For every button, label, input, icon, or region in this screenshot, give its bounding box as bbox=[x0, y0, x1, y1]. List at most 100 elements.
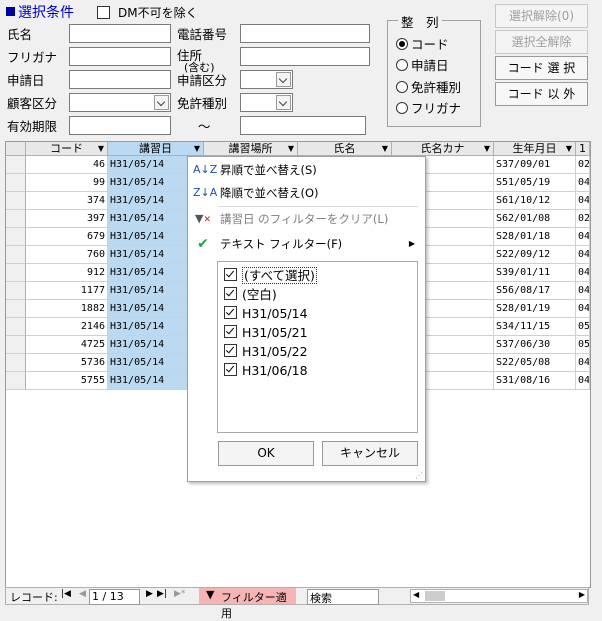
table-cell-x[interactable]: 04 bbox=[576, 300, 590, 318]
filter-checkbox-item[interactable]: (すべて選択) bbox=[224, 266, 317, 285]
sort-radio-kana[interactable]: フリガナ bbox=[396, 98, 461, 117]
filter-applied-badge[interactable]: ▼ フィルター適用 bbox=[199, 588, 296, 620]
table-cell-birth[interactable]: S28/01/18 bbox=[494, 228, 576, 246]
text-filter-item[interactable]: ✔ テキスト フィルター(F) ▶ bbox=[188, 233, 423, 255]
table-cell-x[interactable]: 05 bbox=[576, 336, 590, 354]
table-cell-x[interactable]: 02 bbox=[576, 156, 590, 174]
table-cell-birth[interactable]: S37/06/30 bbox=[494, 336, 576, 354]
row-selector[interactable] bbox=[6, 174, 26, 192]
resize-grip-icon[interactable]: ⋰ bbox=[415, 471, 423, 480]
chevron-down-icon[interactable] bbox=[276, 72, 291, 87]
table-cell-birth[interactable]: S61/10/12 bbox=[494, 192, 576, 210]
column-header-name[interactable]: 氏名 ▼ bbox=[298, 142, 392, 156]
table-cell-code[interactable]: 374 bbox=[26, 192, 108, 210]
filter-checkbox-item[interactable]: H31/06/18 bbox=[224, 361, 308, 380]
table-cell-x[interactable]: 04 bbox=[576, 264, 590, 282]
deselect-button[interactable]: 選択解除(0) bbox=[495, 4, 588, 28]
table-cell-code[interactable]: 46 bbox=[26, 156, 108, 174]
code-select-button[interactable]: コード 選 択 bbox=[495, 56, 588, 80]
table-cell-birth[interactable]: S39/01/11 bbox=[494, 264, 576, 282]
table-cell-birth[interactable]: S51/05/19 bbox=[494, 174, 576, 192]
table-cell-x[interactable]: 02 bbox=[576, 210, 590, 228]
table-cell-x[interactable]: 04 bbox=[576, 372, 590, 390]
row-selector[interactable] bbox=[6, 246, 26, 264]
table-cell-code[interactable]: 5755 bbox=[26, 372, 108, 390]
column-header-place[interactable]: 講習場所 ▼ bbox=[204, 142, 298, 156]
filter-checkbox-item[interactable]: (空白) bbox=[224, 285, 277, 304]
column-header-birth[interactable]: 生年月日 ▼ bbox=[494, 142, 576, 156]
row-selector[interactable] bbox=[6, 300, 26, 318]
horizontal-scrollbar[interactable]: ◀ ▶ bbox=[410, 589, 588, 603]
dropdown-arrow-icon[interactable]: ▼ bbox=[566, 142, 572, 156]
scroll-left-icon[interactable]: ◀ bbox=[413, 590, 419, 599]
table-cell-birth[interactable]: S22/09/12 bbox=[494, 246, 576, 264]
dropdown-arrow-icon[interactable]: ▼ bbox=[98, 142, 104, 156]
dropdown-arrow-icon[interactable]: ▼ bbox=[288, 142, 294, 156]
table-cell-code[interactable]: 679 bbox=[26, 228, 108, 246]
code-except-button[interactable]: コード 以 外 bbox=[495, 82, 588, 106]
table-cell-birth[interactable]: S31/08/16 bbox=[494, 372, 576, 390]
column-header-extra[interactable]: 1 bbox=[576, 142, 590, 156]
table-cell-code[interactable]: 2146 bbox=[26, 318, 108, 336]
sort-ascending-item[interactable]: A↓Z 昇順で並べ替え(S) bbox=[188, 159, 423, 181]
checkbox-checked-icon[interactable] bbox=[224, 287, 237, 300]
table-cell-birth[interactable]: S22/05/08 bbox=[494, 354, 576, 372]
prev-record-icon[interactable]: ◀ bbox=[79, 589, 86, 599]
filter-ok-button[interactable]: OK bbox=[218, 441, 314, 466]
phone-field[interactable] bbox=[240, 24, 370, 43]
filter-checkbox-item[interactable]: H31/05/22 bbox=[224, 342, 308, 361]
column-header-date[interactable]: 講習日 ▼ bbox=[108, 142, 204, 156]
table-cell-birth[interactable]: S37/09/01 bbox=[494, 156, 576, 174]
kana-field[interactable] bbox=[69, 47, 171, 66]
table-cell-x[interactable]: 04 bbox=[576, 246, 590, 264]
row-selector[interactable] bbox=[6, 210, 26, 228]
new-record-icon[interactable]: ▶* bbox=[174, 589, 185, 599]
name-field[interactable] bbox=[69, 24, 171, 43]
select-all-corner[interactable] bbox=[6, 142, 26, 156]
sort-radio-license[interactable]: 免許種別 bbox=[396, 77, 461, 96]
chevron-down-icon[interactable] bbox=[276, 95, 291, 110]
row-selector[interactable] bbox=[6, 336, 26, 354]
row-selector[interactable] bbox=[6, 372, 26, 390]
table-cell-birth[interactable]: S34/11/15 bbox=[494, 318, 576, 336]
customer-type-select[interactable] bbox=[69, 93, 171, 112]
checkbox-checked-icon[interactable] bbox=[224, 325, 237, 338]
table-cell-x[interactable]: 04 bbox=[576, 228, 590, 246]
table-cell-code[interactable]: 99 bbox=[26, 174, 108, 192]
expiry-from-field[interactable] bbox=[69, 116, 171, 135]
apply-date-field[interactable] bbox=[69, 70, 171, 89]
row-selector[interactable] bbox=[6, 354, 26, 372]
row-selector[interactable] bbox=[6, 192, 26, 210]
row-selector[interactable] bbox=[6, 156, 26, 174]
license-type-select[interactable] bbox=[240, 93, 293, 112]
checkbox-checked-icon[interactable] bbox=[224, 268, 237, 281]
search-field[interactable]: 検索 bbox=[307, 589, 379, 605]
next-record-icon[interactable]: ▶ bbox=[146, 589, 153, 599]
table-cell-birth[interactable]: S62/01/08 bbox=[494, 210, 576, 228]
table-cell-code[interactable]: 1882 bbox=[26, 300, 108, 318]
table-cell-code[interactable]: 5736 bbox=[26, 354, 108, 372]
checkbox-checked-icon[interactable] bbox=[224, 363, 237, 376]
table-cell-code[interactable]: 4725 bbox=[26, 336, 108, 354]
table-cell-x[interactable]: 04 bbox=[576, 192, 590, 210]
record-position-field[interactable]: 1 / 13 bbox=[89, 589, 140, 605]
checkbox-list[interactable]: (すべて選択) (空白) H31/05/14 H31/05/21 H31/05/22 H3… bbox=[217, 261, 418, 433]
checkbox-checked-icon[interactable] bbox=[224, 306, 237, 319]
table-cell-code[interactable]: 1177 bbox=[26, 282, 108, 300]
row-selector[interactable] bbox=[6, 264, 26, 282]
table-cell-birth[interactable]: S28/01/19 bbox=[494, 300, 576, 318]
table-cell-x[interactable]: 04 bbox=[576, 282, 590, 300]
row-selector[interactable] bbox=[6, 318, 26, 336]
scroll-right-icon[interactable]: ▶ bbox=[579, 590, 585, 599]
row-selector[interactable] bbox=[6, 282, 26, 300]
table-cell-x[interactable]: 04 bbox=[576, 354, 590, 372]
filter-cancel-button[interactable]: キャンセル bbox=[322, 441, 418, 466]
dropdown-arrow-icon[interactable]: ▼ bbox=[484, 142, 490, 156]
sort-radio-apply-date[interactable]: 申請日 bbox=[396, 55, 449, 74]
table-cell-birth[interactable]: S56/08/17 bbox=[494, 282, 576, 300]
row-selector[interactable] bbox=[6, 228, 26, 246]
table-cell-code[interactable]: 397 bbox=[26, 210, 108, 228]
table-cell-code[interactable]: 760 bbox=[26, 246, 108, 264]
first-record-icon[interactable]: |◀ bbox=[61, 589, 71, 599]
apply-type-select[interactable] bbox=[240, 70, 293, 89]
